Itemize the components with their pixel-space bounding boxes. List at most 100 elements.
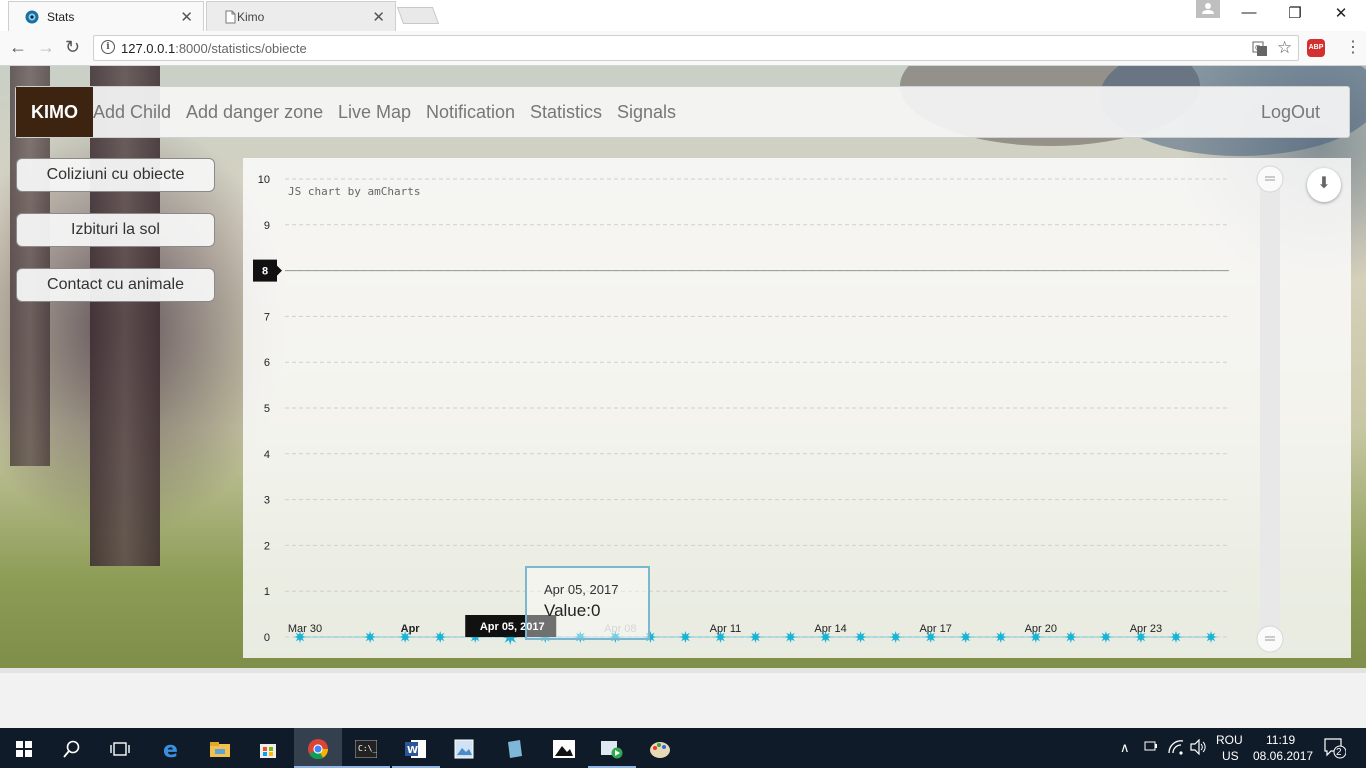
x-tick-label: Apr 20	[1025, 623, 1057, 635]
y-tick-label: 1	[264, 586, 270, 598]
data-point	[959, 631, 972, 643]
svg-text:e: e	[163, 738, 178, 760]
guide-label: 8	[262, 266, 268, 278]
y-tick-label: 7	[264, 311, 270, 323]
close-window-icon[interactable]: ✕	[1318, 4, 1364, 22]
clock-date[interactable]: 08.06.2017	[1253, 749, 1313, 763]
svg-text:C:\_: C:\_	[358, 744, 377, 753]
close-icon[interactable]: ✕	[372, 8, 385, 26]
data-point	[1099, 631, 1112, 643]
x-tick-label: Apr 23	[1130, 623, 1162, 635]
windows-start-icon[interactable]	[0, 728, 48, 768]
word-icon[interactable]: W	[392, 728, 440, 768]
tab-title: Stats	[47, 10, 75, 24]
tooltip-date: Apr 05, 2017	[544, 582, 618, 597]
nav-notification[interactable]: Notification	[426, 102, 515, 123]
logout-link[interactable]: LogOut	[1261, 102, 1320, 123]
x-tick-label: Apr	[401, 623, 421, 635]
notification-center-icon[interactable]	[1324, 737, 1347, 762]
translate-icon[interactable]: G	[1252, 41, 1268, 60]
tab-stats[interactable]: Stats ✕	[8, 1, 204, 31]
page-content: KIMO Add Child Add danger zone Live Map …	[0, 66, 1366, 668]
info-icon[interactable]: i	[101, 40, 115, 54]
chart-credit[interactable]: JS chart by amCharts	[288, 185, 420, 198]
adblock-icon[interactable]: ABP	[1307, 39, 1325, 57]
restore-icon[interactable]: ❐	[1272, 4, 1318, 22]
image-viewer-icon[interactable]	[440, 728, 488, 768]
contact-animale-button[interactable]: Contact cu animale	[16, 268, 215, 302]
scrollbar-grip-icon	[1256, 165, 1284, 193]
data-point	[434, 631, 447, 643]
nav-live-map[interactable]: Live Map	[338, 102, 411, 123]
data-point	[364, 631, 377, 643]
minimize-icon[interactable]: —	[1226, 4, 1272, 21]
x-tick-label: Apr 14	[814, 623, 846, 635]
terminal-icon[interactable]: C:\_	[342, 728, 390, 768]
back-icon[interactable]: ←	[9, 37, 27, 58]
data-point	[784, 631, 797, 643]
y-tick-label: 9	[264, 220, 270, 232]
nav-add-child[interactable]: Add Child	[93, 102, 171, 123]
menu-icon[interactable]: ⋮	[1345, 37, 1361, 57]
new-tab-button[interactable]	[396, 7, 440, 24]
chrome-icon[interactable]	[294, 728, 342, 768]
data-point	[1064, 631, 1077, 643]
store-icon[interactable]	[244, 728, 292, 768]
scrollbar-grip-icon	[1256, 625, 1284, 653]
download-icon[interactable]: ⬇	[1307, 168, 1341, 202]
notepad-icon[interactable]	[490, 728, 538, 768]
chart-canvas[interactable]: 0123456789108Mar 30AprApr 08Apr 11Apr 14…	[243, 158, 1351, 658]
coliziuni-button[interactable]: Coliziuni cu obiecte	[16, 158, 215, 192]
y-tick-label: 5	[264, 403, 270, 415]
forward-icon[interactable]: →	[37, 37, 55, 58]
brand-logo[interactable]: KIMO	[16, 87, 93, 137]
reload-icon[interactable]: ↻	[65, 37, 80, 58]
keyboard-layout[interactable]: US	[1222, 749, 1239, 763]
chart-scrollbar-track	[1260, 179, 1280, 638]
paint-icon[interactable]	[636, 728, 684, 768]
tab-title: Kimo	[237, 10, 265, 24]
notification-count: 2	[1336, 747, 1342, 758]
movie-maker-icon[interactable]	[588, 728, 636, 768]
input-language[interactable]: ROU	[1216, 733, 1243, 747]
bookmark-star-icon[interactable]: ☆	[1277, 38, 1292, 58]
page-footer-area	[0, 668, 1366, 728]
url-text: 127.0.0.1:8000/statistics/obiecte	[121, 41, 307, 56]
y-tick-label: 2	[264, 540, 270, 552]
edge-icon[interactable]: e	[148, 728, 196, 768]
data-point	[889, 631, 902, 643]
data-point	[1170, 631, 1182, 643]
wifi-icon[interactable]	[1167, 739, 1185, 758]
izbituri-button[interactable]: Izbituri la sol	[16, 213, 215, 247]
photos-icon[interactable]	[540, 728, 588, 768]
data-point	[854, 631, 867, 643]
nav-statistics[interactable]: Statistics	[530, 102, 602, 123]
tray-expand-icon[interactable]: ∧	[1120, 740, 1130, 756]
file-explorer-icon[interactable]	[196, 728, 244, 768]
task-view-icon[interactable]	[96, 728, 144, 768]
y-tick-label: 4	[264, 449, 270, 461]
data-point	[749, 631, 762, 643]
close-icon[interactable]: ✕	[180, 8, 193, 26]
volume-icon[interactable]	[1190, 738, 1208, 758]
tab-bar: Stats ✕ Kimo ✕ — ❐ ✕	[0, 0, 1366, 31]
windows-taskbar: e C:\_ W ∧ ROU US 11:19 08.06.2017 2	[0, 728, 1366, 768]
data-point	[1205, 631, 1217, 643]
search-icon[interactable]	[48, 728, 96, 768]
y-tick-label: 6	[264, 357, 270, 369]
stats-chart: 0123456789108Mar 30AprApr 08Apr 11Apr 14…	[243, 158, 1351, 658]
tab-kimo[interactable]: Kimo ✕	[206, 1, 396, 31]
y-tick-label: 10	[258, 174, 270, 186]
address-bar[interactable]: i 127.0.0.1:8000/statistics/obiecte G ☆	[93, 35, 1299, 61]
y-tick-label: 0	[264, 632, 270, 644]
x-tick-label: Apr 11	[710, 623, 742, 635]
clock-time[interactable]: 11:19	[1266, 733, 1295, 747]
battery-icon[interactable]	[1143, 739, 1159, 756]
nav-signals[interactable]: Signals	[617, 102, 676, 123]
main-navbar: KIMO Add Child Add danger zone Live Map …	[15, 86, 1350, 138]
nav-add-danger-zone[interactable]: Add danger zone	[186, 102, 323, 123]
profile-icon[interactable]	[1196, 0, 1220, 18]
stats-favicon-icon	[25, 10, 39, 24]
data-point	[994, 631, 1007, 643]
data-point	[679, 631, 692, 643]
